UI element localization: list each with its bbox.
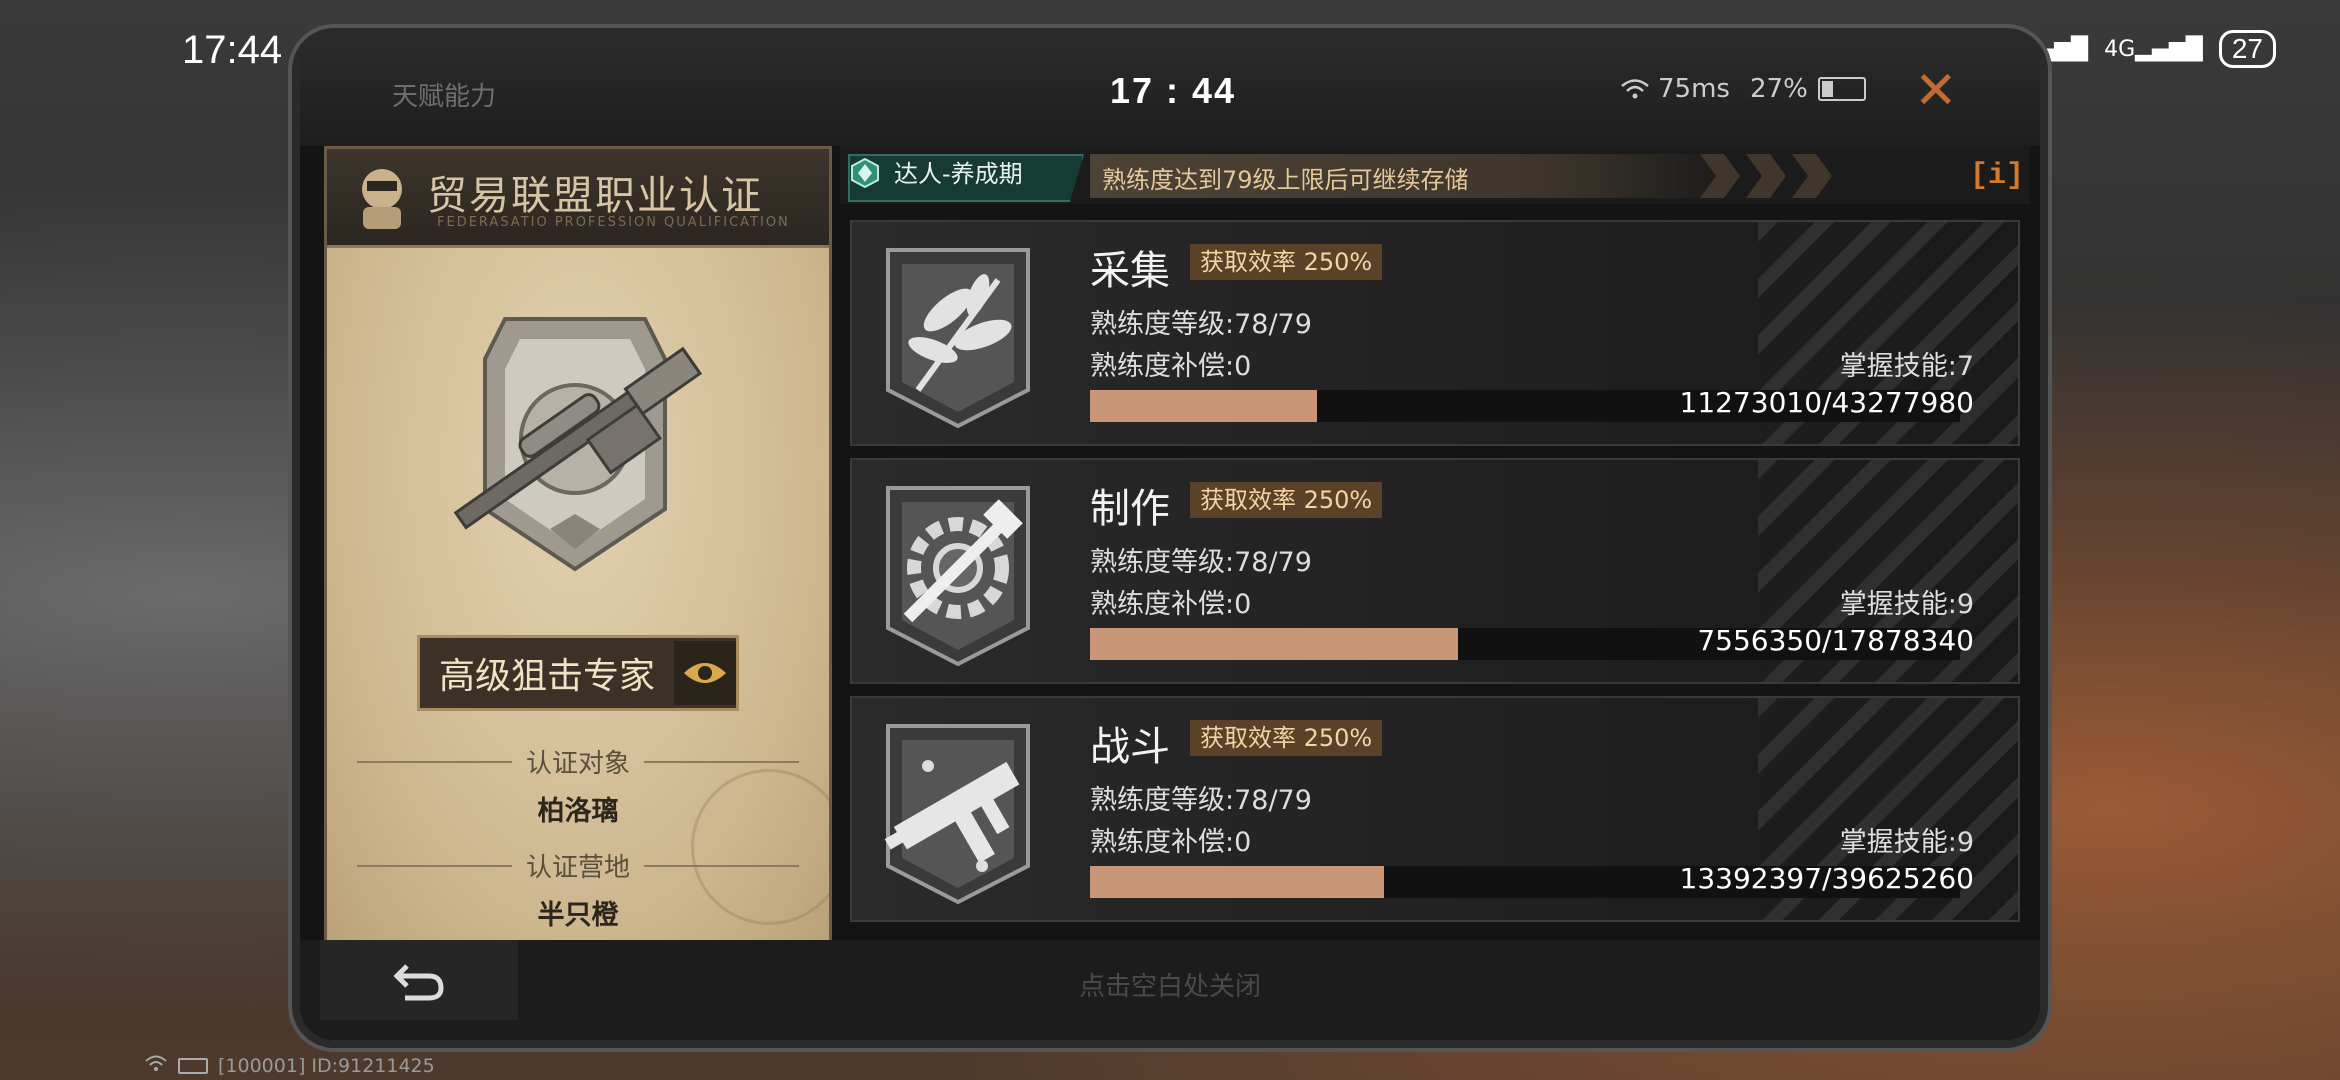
efficiency-badge: 获取效率 250% [1190, 482, 1383, 518]
sniper-rank-badge-icon [453, 317, 703, 572]
camp-label: 认证营地 [526, 853, 631, 883]
profession-card-gathering[interactable]: 采集 获取效率 250% 熟练度等级:78/79 熟练度补偿:0 掌握技能:7 … [850, 220, 2020, 446]
mastery-level: 熟练度等级:78/79 [1090, 309, 1312, 340]
mastery-compensation: 熟练度补偿:0 [1090, 827, 1252, 858]
status-banner: 达人-养成期 熟练度达到79级上限后可继续存储 [i] [840, 146, 2030, 204]
efficiency-badge: 获取效率 250% [1190, 244, 1383, 280]
divider [357, 760, 512, 763]
mastery-compensation: 熟练度补偿:0 [1090, 589, 1252, 620]
mascot-icon [362, 169, 402, 229]
talent-window: 天赋能力 17 : 44 75ms 27% ✕ 贸易联盟职业认证 FEDERAS… [300, 36, 2040, 1040]
battery-icon [1817, 77, 1866, 101]
signal-icon-2: 4G▂▄▆█ [2104, 36, 2203, 62]
progress-fill [1090, 866, 1385, 898]
target-label: 认证对象 [526, 749, 631, 779]
gem-icon [851, 158, 879, 188]
combat-gun-icon [884, 724, 1030, 905]
game-battery: 27% [1750, 74, 1866, 104]
phone-battery: 27 [2218, 30, 2276, 68]
gathering-leaf-icon [886, 248, 1030, 429]
progress-text: 7556350/17878340 [1697, 624, 1974, 657]
banner-message: 熟练度达到79级上限后可继续存储 [1102, 166, 1469, 194]
divider [644, 864, 800, 867]
battery-percent: 27% [1750, 74, 1808, 104]
skills-count: 掌握技能:7 [1839, 351, 1974, 382]
divider [644, 760, 800, 763]
close-icon[interactable]: ✕ [1914, 65, 1958, 117]
battery-icon [178, 1057, 208, 1074]
window-title: 天赋能力 [392, 82, 497, 112]
skills-count: 掌握技能:9 [1839, 589, 1974, 620]
mastery-tag-label: 达人-养成期 [894, 160, 1023, 188]
progress-text: 11273010/43277980 [1679, 386, 1974, 419]
certificate-title: 贸易联盟职业认证 [427, 173, 763, 219]
specialty-button[interactable]: 高级狙击专家 [417, 635, 739, 711]
divider [357, 864, 512, 867]
ping-indicator: 75ms [1620, 74, 1730, 104]
chevron-right-icon [1746, 154, 1786, 198]
camp-value: 半只橙 [537, 900, 619, 931]
target-value: 柏洛璃 [537, 796, 619, 827]
mastery-level: 熟练度等级:78/79 [1090, 547, 1312, 578]
close-hint[interactable]: 点击空白处关闭 [300, 966, 2040, 1003]
mastery-level: 熟练度等级:78/79 [1090, 785, 1312, 816]
ping-value: 75ms [1658, 74, 1730, 104]
profession-name: 采集 [1090, 248, 1170, 294]
efficiency-badge: 获取效率 250% [1190, 720, 1383, 756]
chevron-right-icon [1792, 154, 1832, 198]
info-icon[interactable]: [i] [1970, 156, 2024, 196]
specialty-label: 高级狙击专家 [438, 656, 655, 697]
device-id: [100001] ID:91211425 [218, 1054, 435, 1077]
certificate-subtitle: FEDERASATIO PROFESSION QUALIFICATION [437, 215, 790, 230]
crafting-gear-hammer-icon [886, 486, 1030, 667]
progress-text: 13392397/39625260 [1679, 862, 1974, 895]
profession-card-combat[interactable]: 战斗 获取效率 250% 熟练度等级:78/79 熟练度补偿:0 掌握技能:9 … [850, 696, 2020, 922]
eye-icon[interactable] [674, 641, 736, 705]
target-label-row: 认证对象 [357, 743, 800, 780]
profession-card-crafting[interactable]: 制作 获取效率 250% 熟练度等级:78/79 熟练度补偿:0 掌握技能:9 … [850, 458, 2020, 684]
profession-name: 战斗 [1090, 724, 1170, 770]
mastery-compensation: 熟练度补偿:0 [1090, 351, 1252, 382]
certificate-panel: 贸易联盟职业认证 FEDERASATIO PROFESSION QUALIFIC… [324, 146, 832, 944]
progress-fill [1090, 628, 1458, 660]
status-bar-time: 17:44 [182, 28, 283, 72]
wifi-icon [1621, 79, 1649, 99]
game-clock: 17 : 44 [1110, 70, 1237, 111]
progress-fill [1090, 390, 1317, 422]
wifi-icon [144, 1054, 168, 1077]
device-info: [100001] ID:91211425 [144, 1054, 435, 1077]
profession-name: 制作 [1090, 486, 1170, 532]
camp-label-row: 认证营地 [357, 847, 800, 884]
skills-count: 掌握技能:9 [1839, 827, 1974, 858]
